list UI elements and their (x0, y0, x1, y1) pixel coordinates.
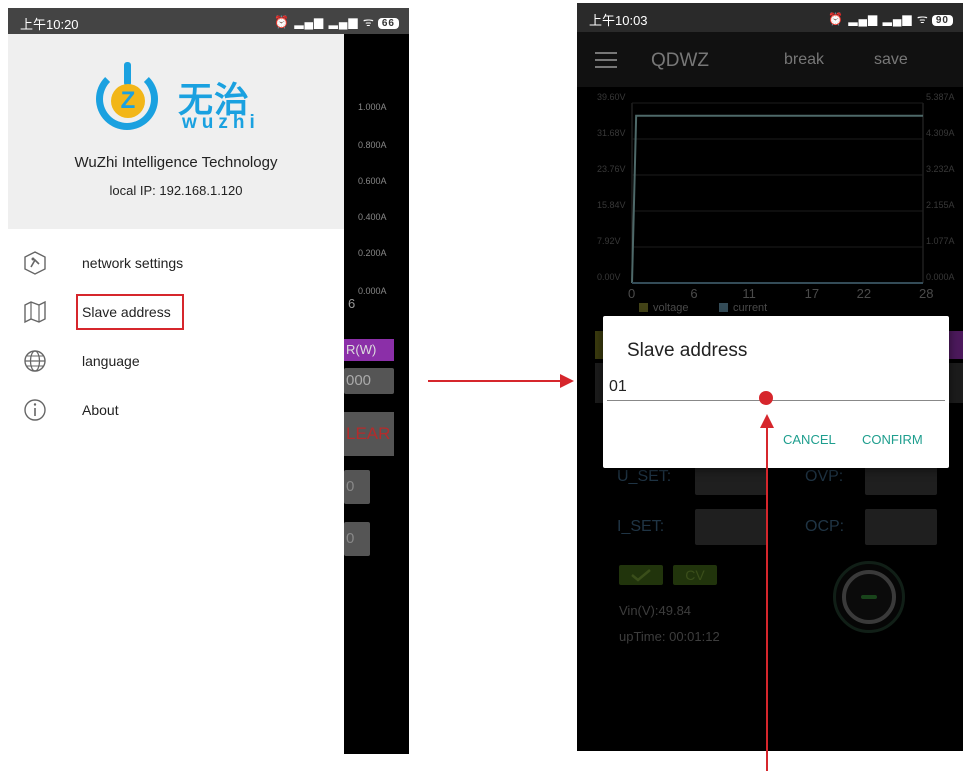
current-tick-label: 1.000A (358, 102, 387, 112)
cancel-button[interactable]: CANCEL (783, 432, 836, 447)
globe-icon (22, 348, 48, 374)
map-icon (22, 299, 48, 325)
slave-address-input[interactable] (607, 373, 945, 401)
navigation-drawer: Z 无治 wuzhi WuZhi Intelligence Technology… (8, 34, 344, 754)
menu-label: Slave address (82, 304, 171, 320)
horizontal-arrow-line (428, 380, 564, 382)
info-icon (22, 397, 48, 423)
confirm-button[interactable]: CONFIRM (862, 432, 923, 447)
power-label: R(W) (344, 339, 394, 361)
status-bar: 上午10:20 ⏰ ▂▄▆ ▂▄▆ ᯤ 66 (8, 8, 409, 34)
battery-icon: 66 (377, 18, 399, 29)
arrow-right-icon (560, 374, 574, 388)
status-time: 上午10:20 (20, 17, 79, 32)
menu-item-network-settings[interactable]: network settings (8, 239, 344, 287)
logo-power-bar (124, 62, 131, 86)
logo-english-text: wuzhi (182, 112, 260, 133)
app-bar: QDWZ break save (577, 32, 963, 87)
network-settings-icon (22, 250, 48, 276)
vertical-arrow-line (766, 426, 768, 771)
right-phone-screen: 上午10:03 ⏰ ▂▄▆ ▂▄▆ ᯤ 90 QDWZ break save 0.… (577, 3, 963, 751)
power-value: 000 (344, 368, 394, 394)
menu-item-slave-address[interactable]: Slave address (8, 288, 344, 336)
current-tick-label: 0.000A (358, 286, 387, 296)
menu-item-about[interactable]: About (8, 386, 344, 434)
slave-address-dialog: Slave address CANCEL CONFIRM (603, 316, 949, 468)
menu-label: network settings (82, 255, 184, 271)
logo-z-icon: Z (111, 84, 145, 118)
save-button[interactable]: save (874, 51, 908, 69)
menu-hamburger-icon[interactable] (595, 52, 617, 68)
local-ip: local IP: 192.168.1.120 (109, 183, 243, 198)
current-tick-label: 0.200A (358, 248, 387, 258)
drawer-header: Z 无治 wuzhi WuZhi Intelligence Technology… (8, 34, 344, 229)
dialog-title: Slave address (627, 340, 748, 361)
arrow-up-icon (760, 414, 774, 428)
current-tick-label: 0.800A (358, 140, 387, 150)
setting-box[interactable]: 0 (344, 522, 370, 556)
clear-button[interactable]: LEAR (344, 412, 394, 456)
app-title: QDWZ (651, 50, 710, 71)
left-phone-screen: 上午10:20 ⏰ ▂▄▆ ▂▄▆ ᯤ 66 1.000A 0.800A 0.60… (8, 8, 409, 754)
current-tick-label: 0.600A (358, 176, 387, 186)
wuzhi-logo: Z 无治 wuzhi (8, 34, 344, 144)
status-icons: ⏰ ▂▄▆ ▂▄▆ ᯤ 66 (274, 13, 399, 30)
current-tick-label: 0.400A (358, 212, 387, 222)
status-time: 上午10:03 (589, 13, 648, 28)
battery-icon: 90 (931, 15, 953, 26)
break-button[interactable]: break (784, 51, 824, 69)
x-tick-label: 6 (348, 296, 356, 311)
menu-item-language[interactable]: language (8, 337, 344, 385)
status-bar: 上午10:03 ⏰ ▂▄▆ ▂▄▆ ᯤ 90 (577, 3, 963, 32)
setting-box[interactable]: 0 (344, 470, 370, 504)
menu-label: About (82, 402, 119, 418)
company-name: WuZhi Intelligence Technology (74, 154, 278, 171)
menu-label: language (82, 353, 140, 369)
status-icons: ⏰ ▂▄▆ ▂▄▆ ᯤ 90 (828, 10, 953, 27)
red-dot-marker (759, 391, 773, 405)
background-app: 1.000A 0.800A 0.600A 0.400A 0.200A 0.000… (344, 34, 409, 754)
